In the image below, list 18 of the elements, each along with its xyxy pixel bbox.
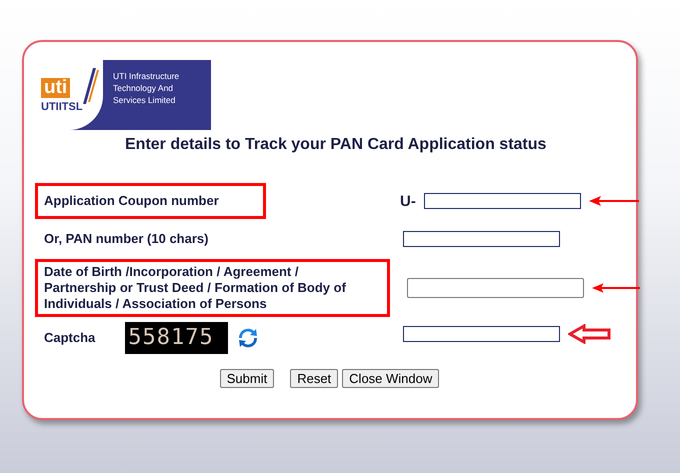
form-button[interactable]: Reset <box>290 369 338 388</box>
field-label: Date of Birth /Incorporation / Agreement / Partnership or Trust Deed / Formation of Body of Individuals / Association of Persons <box>44 264 347 312</box>
input-field[interactable] <box>403 326 560 342</box>
page-heading: Enter details to Track your PAN Card Application status <box>125 136 548 154</box>
field-label: Application Coupon number <box>44 193 219 208</box>
submit-button[interactable]: Submit <box>220 369 274 388</box>
input-field[interactable] <box>424 193 581 209</box>
field-label: Or, PAN number (10 chars) <box>44 231 208 246</box>
arrow-icon <box>592 283 640 293</box>
arrow-icon <box>568 324 612 344</box>
captcha-image: 558175 <box>125 322 228 354</box>
input-field[interactable] <box>403 231 560 247</box>
company-logo: uti UTIITSL UTI Infrastructure Technology And Services Limited <box>35 60 211 130</box>
form-button[interactable]: Close Window <box>342 369 440 388</box>
field-label: Captcha <box>44 330 96 346</box>
prefix-label: U- <box>400 192 416 210</box>
input-field[interactable] <box>407 278 584 298</box>
arrow-icon <box>588 196 639 206</box>
